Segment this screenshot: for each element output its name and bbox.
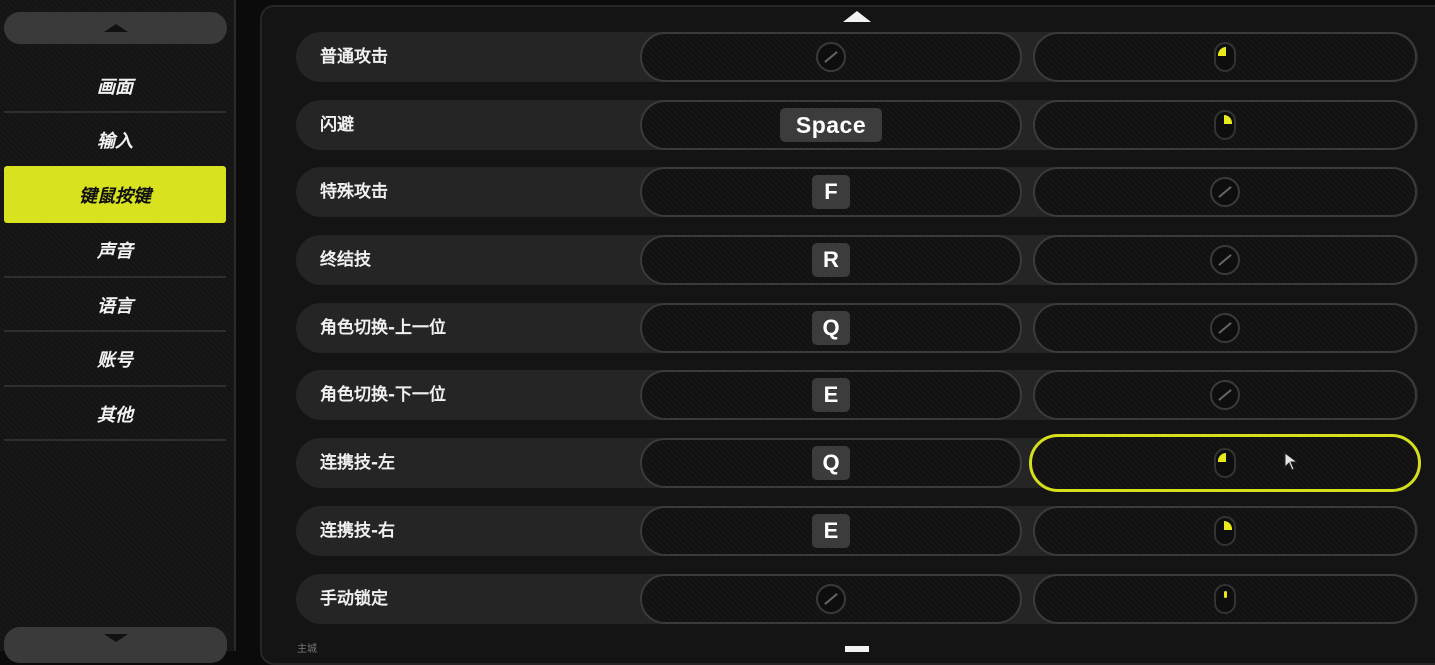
mouse-left-button-icon bbox=[1214, 42, 1236, 72]
mouse-binding-slot[interactable] bbox=[1033, 32, 1417, 82]
keyboard-binding-slot[interactable]: Q bbox=[640, 438, 1022, 488]
keycap: F bbox=[812, 175, 850, 209]
sidebar-item-account[interactable]: 账号 bbox=[4, 332, 226, 386]
action-label: 普通攻击 bbox=[320, 47, 388, 67]
keyboard-binding-slot[interactable]: E bbox=[640, 506, 1022, 556]
keycap: Q bbox=[812, 311, 850, 345]
mouse-binding-slot[interactable] bbox=[1033, 235, 1417, 285]
sidebar-item-language[interactable]: 语言 bbox=[4, 278, 226, 332]
mouse-right-button-icon bbox=[1214, 516, 1236, 546]
settings-sidebar: 画面 输入 键鼠按键 声音 语言 账号 其他 bbox=[0, 0, 236, 663]
scroll-up-icon[interactable] bbox=[843, 11, 871, 22]
mouse-left-button-icon bbox=[1214, 448, 1236, 478]
binding-row: 终结技 R bbox=[296, 235, 1418, 285]
sidebar-scroll-down-button[interactable] bbox=[4, 627, 227, 663]
mouse-binding-slot[interactable] bbox=[1033, 506, 1417, 556]
action-label: 连携技-右 bbox=[320, 521, 396, 541]
sidebar-item-label: 其他 bbox=[97, 405, 133, 426]
sidebar-item-label: 键鼠按键 bbox=[79, 185, 151, 207]
mouse-binding-slot[interactable] bbox=[1033, 370, 1417, 420]
mouse-binding-slot[interactable] bbox=[1033, 574, 1417, 624]
binding-row: 角色切换-下一位 E bbox=[296, 370, 1418, 420]
binding-row: 连携技-左 Q bbox=[296, 434, 1421, 492]
unbound-icon bbox=[816, 584, 846, 614]
mouse-middle-button-icon bbox=[1214, 584, 1236, 614]
sidebar-item-audio[interactable]: 声音 bbox=[4, 223, 226, 277]
sidebar-item-keybindings[interactable]: 键鼠按键 bbox=[4, 166, 226, 223]
mouse-binding-slot[interactable] bbox=[1033, 100, 1417, 150]
unbound-icon bbox=[1210, 380, 1240, 410]
unbound-icon bbox=[1210, 313, 1240, 343]
mouse-binding-slot-selected[interactable] bbox=[1029, 434, 1421, 492]
keycap: E bbox=[812, 514, 850, 548]
unbound-icon bbox=[816, 42, 846, 72]
keyboard-binding-slot[interactable]: Q bbox=[640, 303, 1022, 353]
sidebar-item-label: 语言 bbox=[97, 296, 133, 317]
binding-row: 手动锁定 bbox=[296, 574, 1418, 624]
sidebar-item-label: 输入 bbox=[97, 131, 133, 152]
action-label: 闪避 bbox=[320, 115, 354, 135]
mouse-cursor-icon bbox=[1284, 452, 1299, 471]
unbound-icon bbox=[1210, 245, 1240, 275]
action-label: 手动锁定 bbox=[320, 589, 388, 609]
action-label: 终结技 bbox=[320, 250, 371, 270]
keycap: R bbox=[812, 243, 850, 277]
divider bbox=[4, 439, 226, 441]
binding-row: 普通攻击 bbox=[296, 32, 1418, 82]
binding-row: 特殊攻击 F bbox=[296, 167, 1418, 217]
sidebar-item-other[interactable]: 其他 bbox=[4, 387, 226, 441]
action-label: 连携技-左 bbox=[320, 453, 396, 473]
sidebar-item-label: 声音 bbox=[97, 241, 133, 262]
chevron-up-icon bbox=[103, 24, 128, 32]
sidebar-item-label: 画面 bbox=[97, 77, 133, 98]
keycap: E bbox=[812, 378, 850, 412]
mouse-binding-slot[interactable] bbox=[1033, 303, 1417, 353]
binding-row: 连携技-右 E bbox=[296, 506, 1418, 556]
action-label: 角色切换-上一位 bbox=[320, 318, 447, 338]
mouse-binding-slot[interactable] bbox=[1033, 167, 1417, 217]
section-label: 主城 bbox=[297, 644, 317, 655]
action-label: 特殊攻击 bbox=[320, 182, 388, 202]
keyboard-binding-slot[interactable] bbox=[640, 32, 1022, 82]
action-label: 角色切换-下一位 bbox=[320, 385, 447, 405]
keyboard-binding-slot[interactable]: E bbox=[640, 370, 1022, 420]
keycap: Space bbox=[780, 108, 882, 142]
mouse-right-button-icon bbox=[1214, 110, 1236, 140]
sidebar-item-display[interactable]: 画面 bbox=[4, 59, 226, 113]
sidebar-item-input[interactable]: 输入 bbox=[4, 113, 226, 167]
chevron-down-icon bbox=[103, 634, 128, 642]
keyboard-binding-slot[interactable]: F bbox=[640, 167, 1022, 217]
sidebar-item-label: 账号 bbox=[97, 350, 133, 371]
keyboard-binding-slot[interactable]: R bbox=[640, 235, 1022, 285]
scroll-down-icon[interactable] bbox=[845, 646, 869, 652]
keycap: Q bbox=[812, 446, 850, 480]
sidebar-scroll-up-button[interactable] bbox=[4, 12, 227, 44]
unbound-icon bbox=[1210, 177, 1240, 207]
keyboard-binding-slot[interactable]: Space bbox=[640, 100, 1022, 150]
keyboard-binding-slot[interactable] bbox=[640, 574, 1022, 624]
binding-row: 角色切换-上一位 Q bbox=[296, 303, 1418, 353]
binding-row: 闪避 Space bbox=[296, 100, 1418, 150]
